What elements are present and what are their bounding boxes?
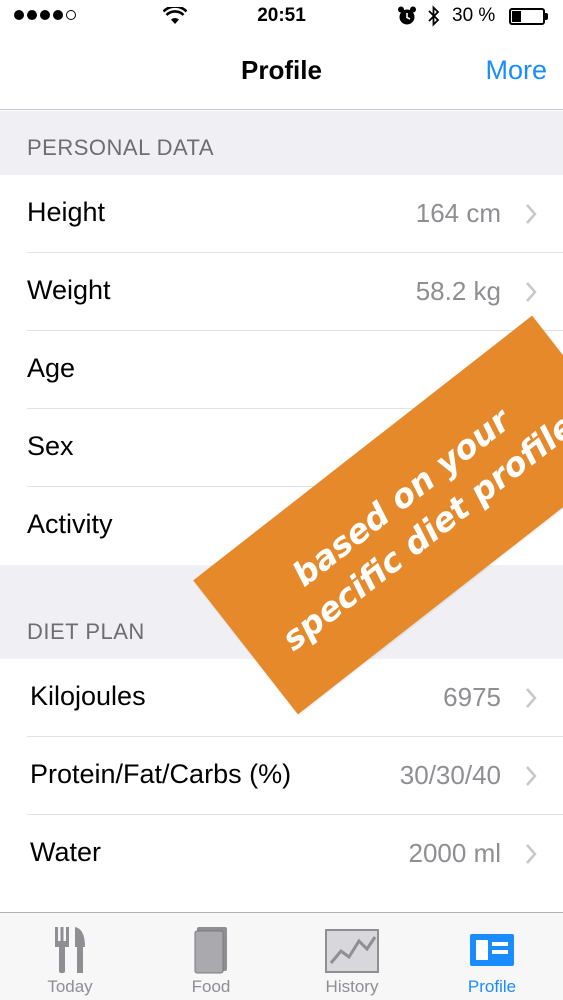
row-water[interactable]: Water 2000 ml xyxy=(0,815,563,893)
tab-bar: Today Food History Profile xyxy=(0,912,563,1000)
book-icon xyxy=(194,927,227,974)
fork-knife-icon xyxy=(55,927,85,973)
row-label: Kilojoules xyxy=(30,681,146,711)
tab-history[interactable]: History xyxy=(282,913,422,1000)
tab-today[interactable]: Today xyxy=(0,913,140,1000)
navigation-bar: Profile More xyxy=(0,34,563,110)
row-value: 2000 ml xyxy=(408,838,502,868)
row-height[interactable]: Height 164 cm xyxy=(0,175,563,253)
chevron-right-icon xyxy=(526,844,537,864)
tab-profile[interactable]: Profile xyxy=(422,913,562,1000)
row-value: 30/30/40 xyxy=(399,760,501,790)
chevron-right-icon xyxy=(526,282,537,302)
tab-food[interactable]: Food xyxy=(141,913,281,1000)
row-label: Height xyxy=(27,197,106,227)
row-label: Water xyxy=(30,837,102,867)
page-title: Profile xyxy=(241,55,322,85)
row-value: 6975 xyxy=(443,682,501,712)
chart-icon xyxy=(325,929,379,973)
tab-label: History xyxy=(325,977,379,996)
status-bar: 20:51 30 % xyxy=(0,0,563,34)
section-title: DIET PLAN xyxy=(27,619,145,644)
bluetooth-icon xyxy=(428,5,440,27)
battery-percentage: 30 % xyxy=(452,5,496,26)
row-label: Sex xyxy=(27,431,74,461)
more-button[interactable]: More xyxy=(485,55,547,86)
row-value: 58.2 kg xyxy=(415,276,501,306)
profile-screen: 20:51 30 % Profile More PERSONAL DATA He… xyxy=(0,0,563,1000)
row-label: Weight xyxy=(27,275,111,305)
row-macros[interactable]: Protein/Fat/Carbs (%) 30/30/40 xyxy=(0,737,563,815)
section-header-personal-data: PERSONAL DATA xyxy=(0,111,563,175)
row-weight[interactable]: Weight 58.2 kg xyxy=(0,253,563,331)
tab-label: Food xyxy=(191,977,231,996)
row-value: 164 cm xyxy=(415,198,501,228)
chevron-right-icon xyxy=(526,204,537,224)
chevron-right-icon xyxy=(526,688,537,708)
alarm-clock-icon xyxy=(398,6,416,25)
chevron-right-icon xyxy=(526,766,537,786)
section-title: PERSONAL DATA xyxy=(27,135,215,160)
tab-label: Profile xyxy=(467,977,517,996)
row-label: Age xyxy=(27,353,76,383)
battery-icon xyxy=(509,8,545,25)
tab-label: Today xyxy=(47,977,93,996)
battery-cap xyxy=(545,13,548,20)
row-label: Protein/Fat/Carbs (%) xyxy=(30,759,292,789)
row-label: Activity xyxy=(27,509,113,539)
profile-card-icon xyxy=(470,934,514,966)
